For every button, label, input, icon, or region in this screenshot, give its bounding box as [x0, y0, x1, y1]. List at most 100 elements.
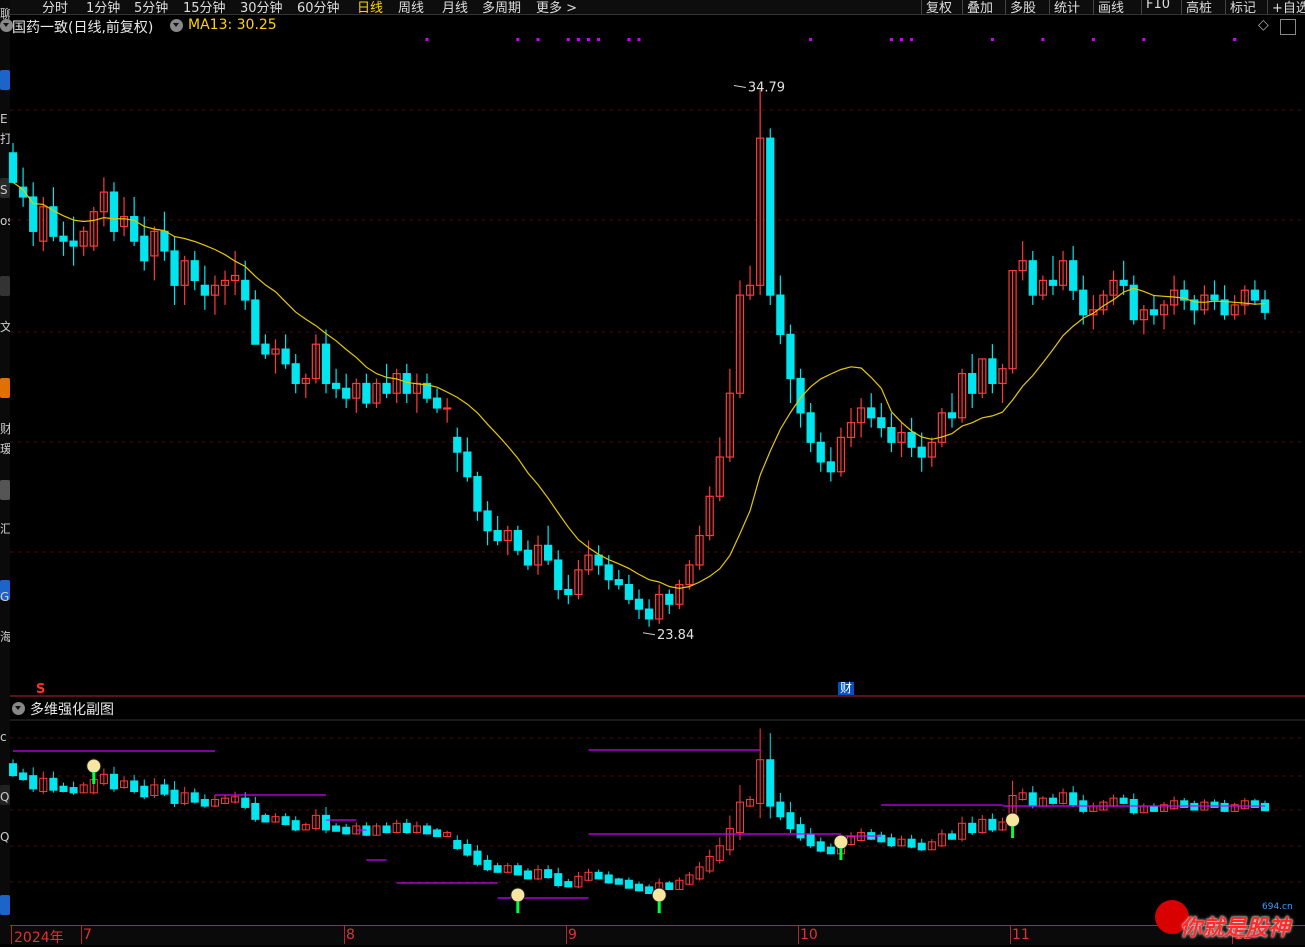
sub-body	[160, 784, 169, 795]
candle-body	[463, 451, 472, 478]
subchart-dropdown-icon[interactable]	[12, 702, 25, 715]
candle-body	[29, 196, 38, 232]
sub-body	[49, 777, 58, 791]
candle-body	[190, 260, 199, 282]
signal-dot	[809, 38, 813, 41]
money-bag-icon	[651, 887, 667, 903]
annotation-pointer	[733, 85, 746, 89]
subchart-title: 多维强化副图	[30, 702, 114, 718]
candle-body	[1210, 294, 1219, 301]
sub-body	[332, 825, 341, 832]
sub-body	[140, 785, 149, 798]
sub-body	[826, 846, 835, 855]
signal-dot	[1091, 38, 1095, 41]
sub-body	[29, 775, 38, 790]
candle-body	[604, 564, 613, 581]
x-axis-tick	[11, 925, 12, 944]
candle-body	[261, 343, 270, 355]
candle-body	[321, 343, 331, 385]
sub-body	[564, 881, 573, 888]
x-axis-label: 9	[568, 927, 577, 943]
candle-body	[443, 407, 452, 410]
candle-body	[1079, 289, 1088, 316]
candle-body	[140, 235, 149, 262]
sub-body	[1069, 792, 1078, 806]
signal-dot	[1233, 38, 1237, 41]
signal-dot	[889, 38, 893, 41]
candle-body	[826, 461, 835, 473]
sub-body	[291, 820, 300, 831]
candle-body	[988, 358, 997, 385]
sub-body	[342, 826, 351, 835]
candle-body	[291, 363, 300, 385]
candle-body	[917, 446, 926, 458]
candle-body	[1069, 260, 1078, 291]
sub-body	[544, 869, 553, 879]
sub-body	[382, 825, 391, 834]
sub-body	[907, 838, 916, 848]
candle-body	[483, 510, 492, 532]
candle-body	[513, 530, 522, 551]
sub-body	[1119, 797, 1128, 804]
candle-body	[816, 441, 825, 463]
x-axis-tick	[81, 925, 82, 944]
signal-dot	[1041, 38, 1045, 41]
sub-body	[887, 837, 896, 847]
candle-body	[453, 436, 462, 453]
candle-body	[1129, 284, 1138, 321]
candle-body	[402, 373, 411, 394]
sub-body	[766, 759, 775, 807]
candle-body	[766, 137, 775, 296]
candle-body	[1260, 299, 1270, 313]
price-annotation: 34.79	[748, 81, 785, 96]
candle-body	[8, 152, 18, 183]
money-bag-icon	[833, 834, 849, 850]
candle-body	[1048, 279, 1058, 286]
sub-body	[917, 842, 926, 851]
candle-body	[554, 559, 563, 591]
signal-dot	[1142, 38, 1146, 41]
sub-body	[251, 802, 260, 820]
x-axis-tick	[798, 925, 799, 944]
candle-body	[59, 235, 68, 242]
signal-dot	[990, 38, 994, 41]
sub-body	[796, 824, 805, 839]
x-axis-tick	[344, 925, 345, 944]
candle-body	[543, 544, 553, 561]
money-bag-icon	[510, 887, 526, 903]
candle-body	[432, 397, 442, 409]
x-axis-label: 7	[83, 927, 92, 943]
candle-body	[644, 608, 654, 620]
x-axis-label: 2024年	[14, 930, 64, 946]
x-axis-tick	[1010, 925, 1011, 944]
candle-body	[594, 554, 603, 566]
site-logo-text: 你就是股神	[1180, 916, 1291, 941]
candle-body	[362, 382, 371, 404]
sub-body	[69, 787, 78, 794]
signal-dot	[566, 38, 570, 41]
sub-body	[190, 792, 199, 803]
price-annotation: 23.84	[657, 628, 694, 643]
candle-body	[624, 583, 634, 600]
sub-body	[19, 772, 28, 781]
candle-body	[69, 240, 78, 247]
sub-body	[947, 833, 957, 840]
sub-body	[281, 816, 290, 826]
sub-body	[433, 829, 442, 838]
candle-body	[1250, 289, 1260, 301]
candle-body	[523, 549, 533, 566]
sub-body	[523, 870, 532, 880]
money-bag-icon	[86, 758, 102, 774]
sub-body	[261, 814, 270, 823]
candle-body	[776, 294, 785, 335]
sub-body	[988, 818, 997, 831]
candle-body	[786, 333, 795, 380]
sub-body	[473, 850, 482, 865]
sub-body	[200, 798, 209, 807]
site-logo-domain: 694.cn	[1262, 902, 1293, 912]
candle-body	[1119, 279, 1128, 286]
candle-body	[634, 598, 644, 610]
candle-body	[887, 426, 896, 443]
sub-body	[968, 822, 977, 834]
sub-body	[776, 801, 785, 818]
